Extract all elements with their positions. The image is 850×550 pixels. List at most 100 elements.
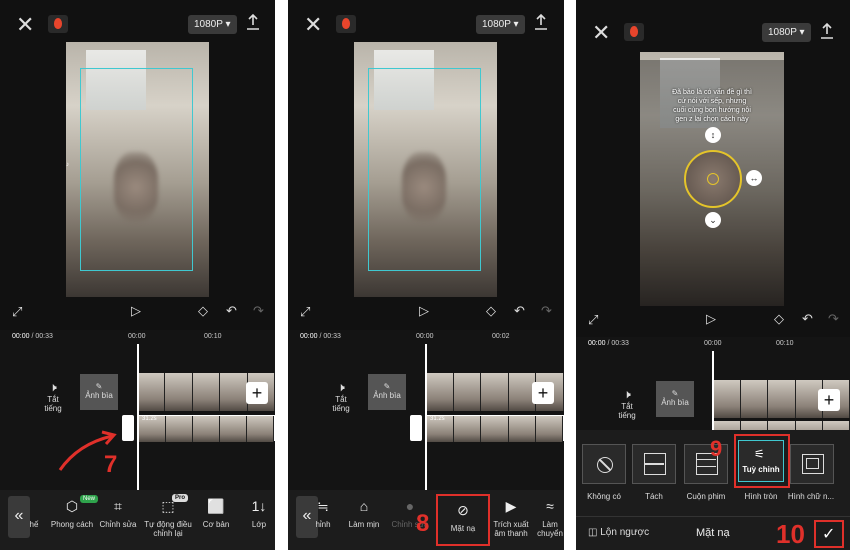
add-clip-button[interactable]: + [818,389,840,411]
resolution-select[interactable]: 1080P ▾ [188,15,237,34]
time-current: 00:00 [588,340,606,347]
edit-icon: ✎ [671,389,679,398]
cover-button[interactable]: ✎ Ảnh bìa [80,374,118,410]
resolution-label: 1080P [768,27,797,38]
keyframe-icon[interactable]: ◇ [198,303,208,319]
mask-label: Cuộn phim [686,492,726,501]
circle-mask[interactable] [684,150,742,208]
redo-icon[interactable]: ↷ [253,303,264,319]
flame-icon[interactable] [336,15,356,33]
resolution-select[interactable]: 1080P ▾ [476,15,525,34]
selected-clip[interactable] [426,415,564,442]
undo-icon[interactable]: ↶ [226,303,237,319]
mask-center-icon[interactable] [707,173,719,185]
divider [576,516,850,517]
tool-layer[interactable]: 1↓ Lớp [244,498,274,529]
speaker-icon: 🕨 [49,380,57,394]
time-total: 00:33 [611,340,629,347]
play-icon[interactable]: ▷ [419,303,429,319]
crop-frame[interactable] [368,68,481,271]
tool-extract-audio[interactable]: ▶ Trích xuất âm thanh [488,498,534,538]
fullscreen-icon[interactable]: ⤢ [12,304,22,320]
tool-transition[interactable]: ≈ Làm chuyển [536,498,564,538]
play-icon[interactable]: ▷ [706,311,716,327]
panel-title: Mặt nạ [696,527,730,539]
keyframe-icon[interactable]: ◇ [774,311,784,327]
flame-icon[interactable] [624,23,644,41]
playhead[interactable] [712,351,714,430]
close-icon[interactable]: ✕ [592,22,610,44]
tool-partial[interactable]: ≒ hỉnh [310,498,336,529]
mute-button[interactable]: 🕨 Tắt tiếng [38,380,68,413]
undo-icon[interactable]: ↶ [514,303,525,319]
mask-split[interactable] [632,444,676,484]
tool-smooth[interactable]: ⌂ Làm mịn [342,498,386,529]
playhead[interactable] [137,344,139,490]
export-icon[interactable] [246,13,260,36]
selected-clip[interactable] [138,415,275,442]
tool-label: Chỉnh sửa [99,520,137,529]
redo-icon[interactable]: ↷ [828,311,839,327]
tick-0: 00:00 [128,333,146,340]
mask-label: Không có [587,492,621,501]
export-icon[interactable] [820,22,834,45]
cover-button[interactable]: ✎ Ảnh bìa [656,381,694,417]
invert-button[interactable]: ◫ Lộn ngược [588,527,649,538]
mask-custom[interactable]: ⚟ Tuỳ chỉnh [738,440,784,482]
fullscreen-icon[interactable]: ⤢ [300,304,310,320]
invert-label: Lộn ngược [600,527,650,538]
cover-label: Ảnh bìa [85,391,113,400]
tool-label: Làm mịn [348,520,380,529]
cover-button[interactable]: ✎ Ảnh bìa [368,374,406,410]
playhead[interactable] [425,344,427,490]
tick-1: 00:10 [204,333,222,340]
clip-trim-handle[interactable] [410,415,422,441]
extract-audio-icon: ▶ [505,498,517,514]
mask-rectangle[interactable] [790,444,834,484]
feather-icon[interactable]: ⌄ [705,212,721,228]
edit-icon: ✎ [383,382,391,391]
undo-icon[interactable]: ↶ [802,311,813,327]
tick-0: 00:00 [704,340,722,347]
collapse-button[interactable]: « [8,496,30,538]
tool-label: Phong cách [50,520,94,529]
resize-vertical-icon[interactable]: ↕ [705,127,721,143]
mask-label: Tuỳ chỉnh [742,465,780,474]
tool-edit[interactable]: ⌗ Chỉnh sửa [96,498,140,529]
mute-button[interactable]: 🕨 Tắt tiếng [326,380,356,413]
tool-partial[interactable]: hế [22,520,46,529]
tool-label: Làm chuyển [537,520,563,538]
tick-1: 00:02 [492,333,510,340]
fullscreen-icon[interactable]: ⤢ [588,312,598,328]
keyframe-icon[interactable]: ◇ [486,303,496,319]
tool-mask[interactable]: ⊘ Mặt nạ [441,502,485,533]
close-icon[interactable]: ✕ [304,14,322,36]
clip-trim-handle[interactable] [122,415,134,441]
panel-step-9-10: ✕ 1080P ▾ Đã bảo là có vấn đề gì thì cứ … [576,0,850,550]
split-icon [644,453,666,475]
redo-icon[interactable]: ↷ [541,303,552,319]
step-number: 7 [104,451,118,478]
resolution-select[interactable]: 1080P ▾ [762,23,811,42]
export-icon[interactable] [534,13,548,36]
caption-line: Đã bảo là có vấn đề gì thì [672,89,752,96]
resize-horizontal-icon[interactable]: ↔ [746,170,762,186]
mask-label: Tách [645,492,663,501]
confirm-button[interactable]: ✓ [814,520,844,548]
timeline: 00:00 / 00:33 00:00 00:10 🕨 Tắt tiếng ✎ … [0,330,275,490]
add-clip-button[interactable]: + [246,382,268,404]
overlay-caption: Đã bảo là có vấn đề gì thì cứ nói với sế… [646,88,778,124]
mute-button[interactable]: 🕨 Tắt tiếng [612,387,642,420]
checkmark-icon: ✓ [822,526,836,543]
close-icon[interactable]: ✕ [16,14,34,36]
mask-none[interactable] [582,444,626,484]
crop-frame[interactable] [80,68,193,271]
tool-auto-reframe[interactable]: ⬚ Tự động điều chỉnh lại [144,498,192,538]
adjust-icon: ≒ [317,498,329,514]
mute-label: Tắt tiếng [44,395,62,413]
flame-icon[interactable] [48,15,68,33]
tool-label: Lớp [251,520,267,529]
play-icon[interactable]: ▷ [131,303,141,319]
add-clip-button[interactable]: + [532,382,554,404]
tool-basic[interactable]: ⬜ Cơ bản [194,498,238,529]
